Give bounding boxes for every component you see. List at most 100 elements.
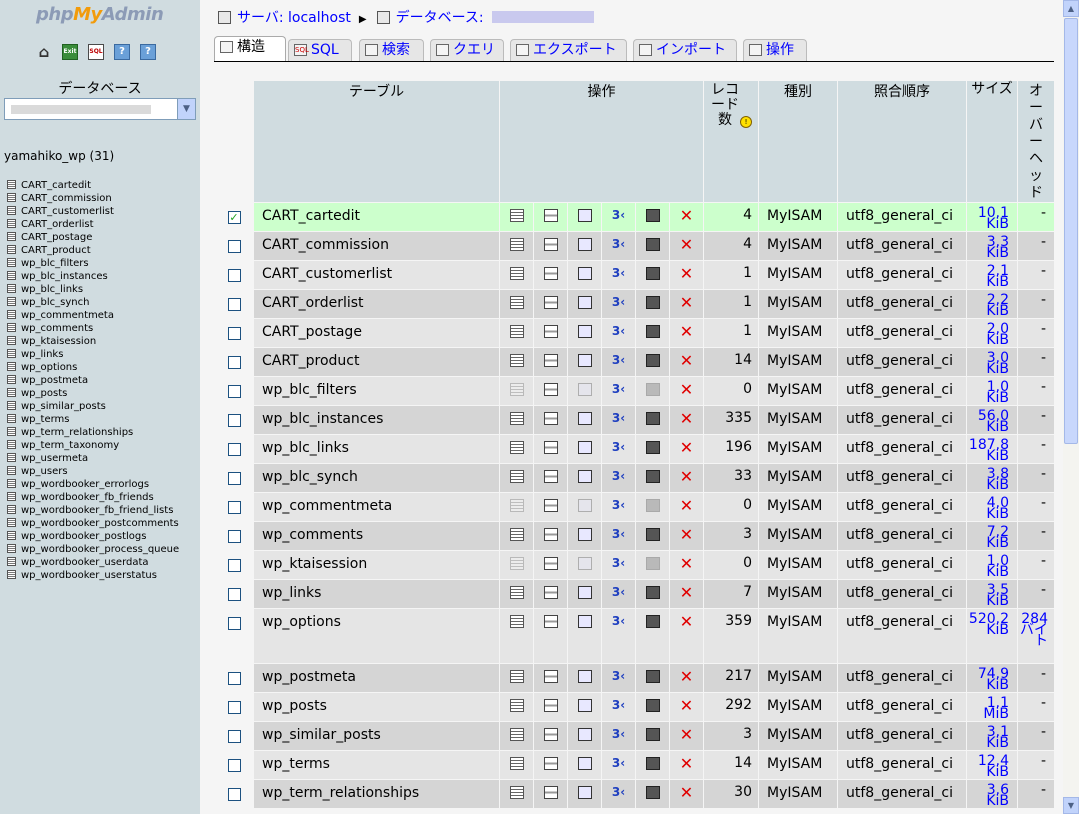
table-icon[interactable] [7, 336, 16, 345]
empty-table-icon[interactable] [645, 383, 660, 396]
row-checkbox[interactable] [227, 240, 241, 253]
scroll-down-icon[interactable]: ▼ [1063, 797, 1079, 814]
structure-icon[interactable] [543, 267, 558, 280]
insert-icon[interactable]: 3‹ [611, 354, 627, 367]
drop-icon[interactable]: ✕ [680, 353, 694, 369]
row-checkbox[interactable] [227, 356, 241, 369]
insert-icon[interactable]: 3‹ [611, 615, 627, 628]
table-row[interactable]: wp_similar_posts 3‹ ✕ 3 MyISAM utf8_general_c… [215, 722, 1054, 750]
browse-icon[interactable] [509, 528, 524, 541]
row-checkbox[interactable] [227, 788, 241, 801]
insert-icon[interactable]: 3‹ [611, 412, 627, 425]
table-icon[interactable] [7, 557, 16, 566]
structure-icon[interactable] [543, 325, 558, 338]
table-icon[interactable] [7, 258, 16, 267]
structure-icon[interactable] [543, 209, 558, 222]
chevron-down-icon[interactable]: ▼ [177, 99, 195, 119]
table-name[interactable]: CART_cartedit [254, 203, 499, 231]
browse-icon[interactable] [509, 412, 524, 425]
home-icon[interactable]: ⌂ [36, 44, 52, 60]
browse-icon[interactable] [509, 670, 524, 683]
table-icon[interactable] [7, 388, 16, 397]
search-icon[interactable] [577, 586, 592, 599]
nav-table-item[interactable]: CART_cartedit [7, 179, 179, 192]
row-checkbox[interactable] [227, 327, 241, 340]
insert-icon[interactable]: 3‹ [611, 670, 627, 683]
nav-table-item[interactable]: wp_commentmeta [7, 309, 179, 322]
empty-table-icon[interactable] [645, 586, 660, 599]
row-checkbox[interactable]: ✓ [227, 211, 241, 224]
table-icon[interactable] [7, 271, 16, 280]
table-icon[interactable] [7, 219, 16, 228]
table-size[interactable]: 74.9 KiB [967, 664, 1017, 692]
browse-icon[interactable] [509, 615, 524, 628]
table-icon[interactable] [7, 518, 16, 527]
empty-table-icon[interactable] [645, 699, 660, 712]
search-icon[interactable] [577, 615, 592, 628]
empty-table-icon[interactable] [645, 470, 660, 483]
table-icon[interactable] [7, 466, 16, 475]
browse-icon[interactable] [509, 238, 524, 251]
table-name[interactable]: CART_orderlist [254, 290, 499, 318]
table-icon[interactable] [7, 544, 16, 553]
nav-table-item[interactable]: wp_links [7, 348, 179, 361]
vertical-scrollbar[interactable]: ▲ ▼ [1063, 0, 1079, 814]
tab-import[interactable]: インポート [633, 39, 737, 61]
structure-icon[interactable] [543, 786, 558, 799]
row-checkbox[interactable] [227, 472, 241, 485]
table-size[interactable]: 1.1 MiB [967, 693, 1017, 721]
table-icon[interactable] [7, 349, 16, 358]
insert-icon[interactable]: 3‹ [611, 441, 627, 454]
search-icon[interactable] [577, 557, 592, 570]
row-checkbox[interactable] [227, 559, 241, 572]
table-name[interactable]: wp_posts [254, 693, 499, 721]
structure-icon[interactable] [543, 296, 558, 309]
table-size[interactable]: 3.5 KiB [967, 580, 1017, 608]
row-checkbox[interactable] [227, 701, 241, 714]
nav-table-item[interactable]: wp_wordbooker_postcomments [7, 517, 179, 530]
insert-icon[interactable]: 3‹ [611, 757, 627, 770]
table-row[interactable]: wp_postmeta 3‹ ✕ 217 MyISAM utf8_general_ci 74… [215, 664, 1054, 692]
tab-search[interactable]: 検索 [359, 39, 424, 61]
empty-table-icon[interactable] [645, 528, 660, 541]
structure-icon[interactable] [543, 615, 558, 628]
drop-icon[interactable]: ✕ [680, 527, 694, 543]
table-size[interactable]: 3.3 KiB [967, 232, 1017, 260]
insert-icon[interactable]: 3‹ [611, 586, 627, 599]
tab-sql[interactable]: SQL SQL [288, 39, 352, 61]
nav-table-item[interactable]: CART_product [7, 244, 179, 257]
browse-icon[interactable] [509, 354, 524, 367]
nav-table-item[interactable]: wp_blc_filters [7, 257, 179, 270]
structure-icon[interactable] [543, 528, 558, 541]
tab-export[interactable]: エクスポート [510, 39, 627, 61]
nav-table-item[interactable]: wp_posts [7, 387, 179, 400]
drop-icon[interactable]: ✕ [680, 382, 694, 398]
tab-query[interactable]: クエリ [430, 39, 504, 61]
browse-icon[interactable] [509, 470, 524, 483]
empty-table-icon[interactable] [645, 354, 660, 367]
structure-icon[interactable] [543, 470, 558, 483]
table-row[interactable]: wp_terms 3‹ ✕ 14 MyISAM utf8_general_ci 12.4 K… [215, 751, 1054, 779]
empty-table-icon[interactable] [645, 412, 660, 425]
search-icon[interactable] [577, 354, 592, 367]
browse-icon[interactable] [509, 325, 524, 338]
nav-table-item[interactable]: wp_wordbooker_fb_friends [7, 491, 179, 504]
search-icon[interactable] [577, 325, 592, 338]
nav-table-item[interactable]: wp_wordbooker_postlogs [7, 530, 179, 543]
nav-table-item[interactable]: wp_usermeta [7, 452, 179, 465]
table-name[interactable]: wp_comments [254, 522, 499, 550]
table-size[interactable]: 1.0 KiB [967, 551, 1017, 579]
search-icon[interactable] [577, 499, 592, 512]
table-size[interactable]: 3.8 KiB [967, 464, 1017, 492]
table-icon[interactable] [7, 284, 16, 293]
table-icon[interactable] [7, 297, 16, 306]
table-name[interactable]: wp_similar_posts [254, 722, 499, 750]
table-name[interactable]: wp_blc_filters [254, 377, 499, 405]
browse-icon[interactable] [509, 699, 524, 712]
table-row[interactable]: wp_blc_synch 3‹ ✕ 33 MyISAM utf8_general_ci 3.… [215, 464, 1054, 492]
row-checkbox[interactable] [227, 617, 241, 630]
insert-icon[interactable]: 3‹ [611, 325, 627, 338]
table-icon[interactable] [7, 570, 16, 579]
nav-table-item[interactable]: wp_wordbooker_process_queue [7, 543, 179, 556]
nav-table-item[interactable]: CART_customerlist [7, 205, 179, 218]
